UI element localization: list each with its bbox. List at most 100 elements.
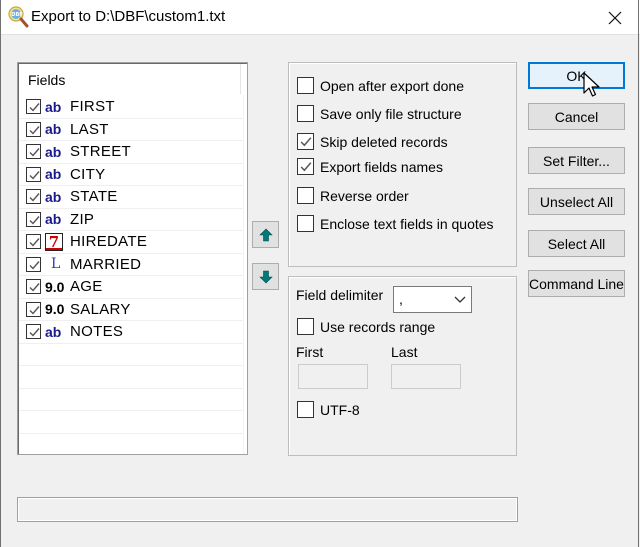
field-checkbox[interactable] xyxy=(26,121,41,137)
field-delimiter-label: Field delimiter xyxy=(296,287,384,303)
export-option[interactable]: Export fields names xyxy=(297,158,443,175)
arrow-up-icon xyxy=(258,228,273,241)
fields-list[interactable]: Fields ab FIRST ab LAST ab STREET ab CITY ab STAT… xyxy=(17,62,248,455)
window-border-left xyxy=(0,0,1,547)
option-checkbox[interactable] xyxy=(297,133,314,150)
field-name: HIREDATE xyxy=(70,233,148,251)
field-row[interactable]: ab NOTES xyxy=(19,321,243,344)
text-type-icon: ab xyxy=(45,188,62,205)
option-label: Export fields names xyxy=(320,158,443,175)
utf8-checkbox[interactable] xyxy=(297,401,314,418)
field-row[interactable]: ab STATE xyxy=(19,186,243,209)
use-records-range-checkbox[interactable] xyxy=(297,318,314,335)
set-filter-button[interactable]: Set Filter... xyxy=(528,147,625,174)
field-name: SALARY xyxy=(70,300,131,318)
field-name: CITY xyxy=(70,165,106,183)
field-name: FIRST xyxy=(70,98,115,116)
field-name: ZIP xyxy=(70,210,95,228)
text-type-icon: ab xyxy=(45,121,62,138)
field-checkbox[interactable] xyxy=(26,256,41,272)
format-options-group: Field delimiter , Use records range Firs… xyxy=(288,276,517,456)
field-checkbox[interactable] xyxy=(26,189,41,205)
calendar-icon: 7 xyxy=(45,232,63,251)
option-checkbox[interactable] xyxy=(297,77,314,94)
option-label: Open after export done xyxy=(320,77,464,94)
export-options-group: Open after export done Save only file str… xyxy=(288,62,517,267)
command-line-button[interactable]: Command Line xyxy=(528,270,625,297)
field-delimiter-select[interactable]: , xyxy=(393,286,472,313)
svg-text:DBF: DBF xyxy=(11,12,22,18)
field-row[interactable]: 9.0 AGE xyxy=(19,276,243,299)
field-name: LAST xyxy=(70,120,109,138)
date-type-icon: 7 xyxy=(45,232,69,251)
field-row[interactable]: L MARRIED xyxy=(19,254,243,276)
export-progress-bar xyxy=(17,497,518,522)
field-checkbox[interactable] xyxy=(26,211,41,227)
field-row[interactable]: ab CITY xyxy=(19,164,243,186)
move-up-button[interactable] xyxy=(252,221,279,248)
field-row[interactable]: ab STREET xyxy=(19,141,243,164)
unselect-all-button[interactable]: Unselect All xyxy=(528,188,625,215)
field-row[interactable]: 7 HIREDATE xyxy=(19,231,243,254)
field-row[interactable]: ab LAST xyxy=(19,119,243,141)
field-checkbox[interactable] xyxy=(26,166,41,182)
utf8-label: UTF-8 xyxy=(320,401,360,418)
first-record-input[interactable] xyxy=(298,364,368,389)
use-records-range-option[interactable]: Use records range xyxy=(297,318,435,335)
fields-column-header[interactable]: Fields xyxy=(19,64,241,94)
column-separator xyxy=(243,95,244,454)
export-option[interactable]: Save only file structure xyxy=(297,105,462,122)
field-checkbox[interactable] xyxy=(26,301,41,317)
option-label: Skip deleted records xyxy=(320,133,448,150)
utf8-option[interactable]: UTF-8 xyxy=(297,401,360,418)
export-option[interactable]: Open after export done xyxy=(297,77,464,94)
field-checkbox[interactable] xyxy=(26,234,41,250)
option-checkbox[interactable] xyxy=(297,187,314,204)
option-checkbox[interactable] xyxy=(297,158,314,175)
ok-button[interactable]: OK xyxy=(528,62,625,89)
field-name: NOTES xyxy=(70,323,124,341)
field-name: AGE xyxy=(70,278,103,296)
option-label: Reverse order xyxy=(320,187,409,204)
field-checkbox[interactable] xyxy=(26,144,41,160)
text-type-icon: ab xyxy=(45,211,62,228)
field-name: MARRIED xyxy=(70,255,142,273)
field-checkbox[interactable] xyxy=(26,324,41,340)
field-checkbox[interactable] xyxy=(26,279,41,295)
export-option[interactable]: Reverse order xyxy=(297,187,409,204)
fields-header-filler xyxy=(242,64,246,94)
field-name: STREET xyxy=(70,143,131,161)
field-row[interactable]: ab ZIP xyxy=(19,209,243,231)
empty-list-row xyxy=(19,366,243,389)
option-checkbox[interactable] xyxy=(297,105,314,122)
move-down-button[interactable] xyxy=(252,263,279,290)
export-option[interactable]: Enclose text fields in quotes xyxy=(297,215,494,232)
close-icon xyxy=(608,11,622,25)
window-title: Export to D:\DBF\custom1.txt xyxy=(31,8,226,25)
last-record-input[interactable] xyxy=(391,364,461,389)
first-label: First xyxy=(296,344,324,360)
numeric-type-icon: 9.0 xyxy=(45,278,65,295)
field-row[interactable]: 9.0 SALARY xyxy=(19,299,243,321)
field-name: STATE xyxy=(70,188,118,206)
chevron-down-icon xyxy=(454,296,466,303)
text-type-icon: ab xyxy=(45,323,62,340)
last-label: Last xyxy=(391,344,418,360)
numeric-type-icon: 9.0 xyxy=(45,301,65,318)
cancel-button[interactable]: Cancel xyxy=(528,103,625,130)
export-option[interactable]: Skip deleted records xyxy=(297,133,448,150)
arrow-down-icon xyxy=(258,270,273,283)
option-checkbox[interactable] xyxy=(297,215,314,232)
dbf-magnifier-icon: DBF xyxy=(7,6,29,28)
field-row[interactable]: ab FIRST xyxy=(19,96,243,119)
field-delimiter-value: , xyxy=(399,291,403,307)
field-checkbox[interactable] xyxy=(26,99,41,115)
close-button[interactable] xyxy=(595,3,635,33)
empty-list-row xyxy=(19,434,243,455)
empty-list-row xyxy=(19,411,243,434)
select-all-button[interactable]: Select All xyxy=(528,230,625,257)
use-records-range-label: Use records range xyxy=(320,318,436,335)
logical-type-icon: L xyxy=(51,256,61,273)
option-label: Save only file structure xyxy=(320,105,462,122)
title-bar: DBF Export to D:\DBF\custom1.txt xyxy=(0,0,640,35)
